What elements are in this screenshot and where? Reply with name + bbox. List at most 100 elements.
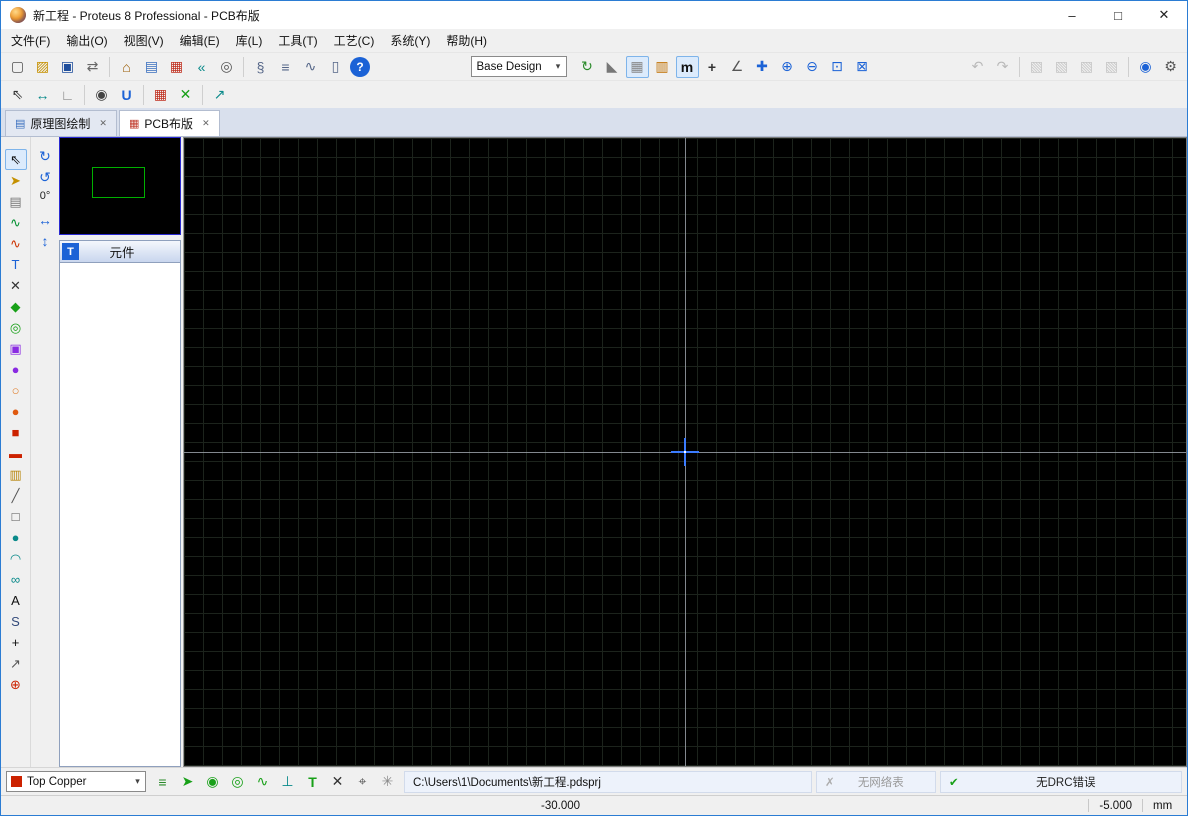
rotate-anticlockwise-icon[interactable]: ↺ [35,168,55,186]
search-tag-icon[interactable]: ◉ [1134,56,1157,78]
import-export-icon[interactable]: ⇄ [81,56,104,78]
titlebar[interactable]: 新工程 - Proteus 8 Professional - PCB布版 – □… [1,1,1187,29]
line-tool-icon[interactable]: ╱ [5,485,27,506]
design-explorer-icon[interactable]: § [249,56,272,78]
marker-tool-icon[interactable]: + [5,632,27,653]
minimize-button[interactable]: – [1049,1,1095,29]
object-list[interactable] [59,263,181,767]
mitre-tool-icon[interactable]: ✕ [5,275,27,296]
target-icon[interactable]: ⌖ [351,771,374,793]
menu-file[interactable]: 文件(F) [3,29,58,52]
home-icon[interactable]: ⌂ [115,56,138,78]
box-tool-icon[interactable]: □ [5,506,27,527]
object-selector-tab[interactable]: T [62,243,79,260]
snap-text-icon[interactable]: T [301,771,324,793]
schematic-capture-icon[interactable]: ▤ [140,56,163,78]
menu-help[interactable]: 帮助(H) [438,29,495,52]
design-graph-icon[interactable]: ↗ [208,84,231,106]
circle-tool-icon[interactable]: ● [5,527,27,548]
redraw-icon[interactable]: ↻ [576,56,599,78]
help-icon[interactable]: ? [350,57,370,77]
package-tool-icon[interactable]: ▤ [5,191,27,212]
rewind-icon[interactable]: « [190,56,213,78]
connectivity-tool-icon[interactable]: ◆ [5,296,27,317]
menu-edit[interactable]: 编辑(E) [172,29,228,52]
ratsnest-toggle-icon[interactable]: ✳ [376,771,399,793]
selection-filter-icon[interactable]: ⇖ [6,84,29,106]
zoom-full-icon[interactable]: ⊠ [851,56,874,78]
block-copy-icon[interactable]: ▧ [1025,56,1048,78]
false-origin-icon[interactable]: + [701,56,724,78]
package-manager-icon[interactable]: ▦ [149,84,172,106]
zoom-in-icon[interactable]: ⊕ [776,56,799,78]
set-square-icon[interactable]: ◣ [601,56,624,78]
dimension-tool-icon[interactable]: ↗ [5,653,27,674]
design-rule-manager-icon[interactable]: ⚙ [1159,56,1182,78]
snap-pad-icon[interactable]: ◎ [226,771,249,793]
padstack-tool-icon[interactable]: ▥ [5,464,27,485]
component-tool-icon[interactable]: ➤ [5,170,27,191]
tab-close-icon[interactable]: ✕ [99,118,107,129]
layer-selector[interactable]: Top Copper ▾ [6,771,146,792]
square-pad-tool-icon[interactable]: ▣ [5,338,27,359]
origin-tool-icon[interactable]: ⊕ [5,674,27,695]
track-tool-icon[interactable]: ∿ [5,212,27,233]
save-file-icon[interactable]: ▣ [56,56,79,78]
arc-tool-icon[interactable]: ◠ [5,548,27,569]
pcb-layout-icon[interactable]: ▦ [165,56,188,78]
smt-poly-pad-tool-icon[interactable]: ▬ [5,443,27,464]
route-edit-icon[interactable]: ↔ [31,84,54,106]
selection-tool-icon[interactable]: ⇖ [5,149,27,170]
maximize-button[interactable]: □ [1095,1,1141,29]
block-rotate-icon[interactable]: ▧ [1075,56,1098,78]
round-pad-tool-icon[interactable]: ◎ [5,317,27,338]
block-move-icon[interactable]: ▧ [1050,56,1073,78]
trace-angle-icon[interactable]: ∟ [56,84,79,106]
ratsnest-tool-icon[interactable]: ∿ [5,233,27,254]
layer-stack-icon[interactable]: ≡ [151,771,174,793]
auto-annotate-icon[interactable]: U [115,84,138,106]
grid-toggle-icon[interactable]: ▦ [626,56,649,78]
view-document-icon[interactable]: ◎ [215,56,238,78]
menu-library[interactable]: 库(L) [228,29,271,52]
simulation-graph-icon[interactable]: ∿ [299,56,322,78]
dil-pad-tool-icon[interactable]: ● [5,359,27,380]
menu-tools[interactable]: 工具(T) [270,29,325,52]
close-button[interactable]: ✕ [1141,1,1187,29]
zoom-out-icon[interactable]: ⊖ [801,56,824,78]
smt-round-pad-tool-icon[interactable]: ● [5,401,27,422]
mirror-horizontal-icon[interactable]: ↔ [35,211,55,229]
layer-pair-icon[interactable]: ▥ [651,56,674,78]
notes-icon[interactable]: ▯ [324,56,347,78]
polar-coordinates-icon[interactable]: ∠ [726,56,749,78]
edge-pad-tool-icon[interactable]: ○ [5,380,27,401]
design-selector[interactable]: Base Design ▾ [471,56,567,77]
snap-play-icon[interactable]: ➤ [176,771,199,793]
snap-delete-icon[interactable]: ✕ [326,771,349,793]
overview-panel[interactable] [59,137,181,235]
pan-icon[interactable]: ✚ [751,56,774,78]
open-file-icon[interactable]: ▨ [31,56,54,78]
text-2d-tool-icon[interactable]: A [5,590,27,611]
undo-icon[interactable]: ↶ [966,56,989,78]
menu-technology[interactable]: 工艺(C) [326,29,383,52]
new-file-icon[interactable]: ▢ [6,56,29,78]
search-components-icon[interactable]: ◉ [90,84,113,106]
path-tool-icon[interactable]: ∞ [5,569,27,590]
rotate-clockwise-icon[interactable]: ↻ [35,147,55,165]
text-label-tool-icon[interactable]: T [5,254,27,275]
menu-output[interactable]: 输出(O) [58,29,115,52]
metric-toggle-icon[interactable]: m [676,56,699,78]
block-delete-icon[interactable]: ▧ [1100,56,1123,78]
pcb-editor-canvas[interactable] [183,137,1187,767]
connectivity-checker-icon[interactable]: ✕ [174,84,197,106]
tab-close-icon[interactable]: ✕ [202,118,210,129]
symbol-tool-icon[interactable]: S [5,611,27,632]
tab-schematic-capture[interactable]: ▤ 原理图绘制 ✕ [5,110,117,136]
snap-via-icon[interactable]: ⊥ [276,771,299,793]
snap-track-icon[interactable]: ∿ [251,771,274,793]
redo-icon[interactable]: ↷ [991,56,1014,78]
tab-pcb-layout[interactable]: ▦ PCB布版 ✕ [119,110,220,136]
source-code-icon[interactable]: ≡ [274,56,297,78]
menu-system[interactable]: 系统(Y) [382,29,438,52]
